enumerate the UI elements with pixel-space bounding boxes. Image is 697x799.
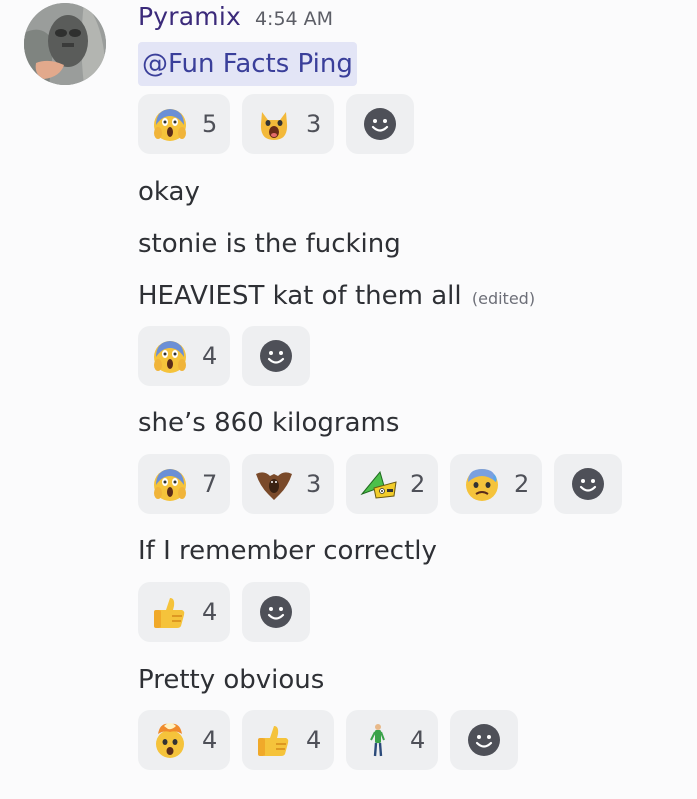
reaction-surprised-cat[interactable]: 3 (242, 94, 334, 154)
thumbs-up-icon (254, 720, 294, 760)
edited-label: (edited) (471, 289, 536, 308)
reaction-count: 4 (202, 598, 218, 626)
reaction-bar: 4 4 4 (138, 710, 518, 770)
green-pyramid-icon (358, 464, 398, 504)
scream-face-icon (150, 336, 190, 376)
reaction-count: 3 (306, 110, 322, 138)
avatar[interactable] (24, 3, 106, 85)
add-reaction-button[interactable] (242, 326, 310, 386)
message-text: HEAVIEST kat of them all (138, 281, 462, 311)
reaction-count: 7 (202, 470, 218, 498)
reaction-anxious[interactable]: 2 (450, 454, 542, 514)
reaction-count: 5 (202, 110, 218, 138)
reaction-scream[interactable]: 7 (138, 454, 230, 514)
message-line-edited: HEAVIEST kat of them all (edited) (138, 278, 535, 317)
reaction-bar: 7 3 2 2 (138, 454, 622, 514)
reaction-count: 4 (202, 342, 218, 370)
reaction-count: 3 (306, 470, 322, 498)
reaction-green-pyramid[interactable]: 2 (346, 454, 438, 514)
message-line: okay (138, 177, 200, 207)
standing-person-icon (358, 720, 398, 760)
anxious-face-icon (462, 464, 502, 504)
exploding-head-icon (150, 720, 190, 760)
message-line: stonie is the fucking (138, 229, 401, 259)
scream-face-icon (150, 104, 190, 144)
message-line: If I remember correctly (138, 536, 437, 566)
reaction-thumbs-up[interactable]: 4 (138, 582, 230, 642)
message-line: she’s 860 kilograms (138, 408, 400, 438)
timestamp[interactable]: 4:54 AM (255, 8, 333, 30)
reaction-bat[interactable]: 3 (242, 454, 334, 514)
add-reaction-icon (468, 724, 500, 756)
add-reaction-icon (572, 468, 604, 500)
add-reaction-button[interactable] (242, 582, 310, 642)
reaction-standing-person[interactable]: 4 (346, 710, 438, 770)
add-reaction-button[interactable] (346, 94, 414, 154)
reaction-thumbs-up[interactable]: 4 (242, 710, 334, 770)
avatar-image (24, 3, 106, 85)
add-reaction-icon (260, 340, 292, 372)
add-reaction-icon (260, 596, 292, 628)
scream-face-icon (150, 464, 190, 504)
reaction-count: 2 (514, 470, 530, 498)
add-reaction-button[interactable] (554, 454, 622, 514)
reaction-bar: 4 (138, 326, 310, 386)
reaction-count: 2 (410, 470, 426, 498)
reaction-scream[interactable]: 4 (138, 326, 230, 386)
reaction-count: 4 (306, 726, 322, 754)
add-reaction-icon (364, 108, 396, 140)
brown-bat-icon (254, 464, 294, 504)
reaction-count: 4 (202, 726, 218, 754)
role-mention[interactable]: @Fun Facts Ping (138, 42, 357, 86)
thumbs-up-icon (150, 592, 190, 632)
add-reaction-button[interactable] (450, 710, 518, 770)
surprised-cat-icon (254, 104, 294, 144)
reaction-bar: 5 3 (138, 94, 414, 154)
reaction-exploding-head[interactable]: 4 (138, 710, 230, 770)
reaction-bar: 4 (138, 582, 310, 642)
reaction-count: 4 (410, 726, 426, 754)
message-header: Pyramix 4:54 AM (138, 2, 333, 38)
reaction-scream[interactable]: 5 (138, 94, 230, 154)
message-line: Pretty obvious (138, 665, 325, 695)
username[interactable]: Pyramix (138, 2, 241, 31)
